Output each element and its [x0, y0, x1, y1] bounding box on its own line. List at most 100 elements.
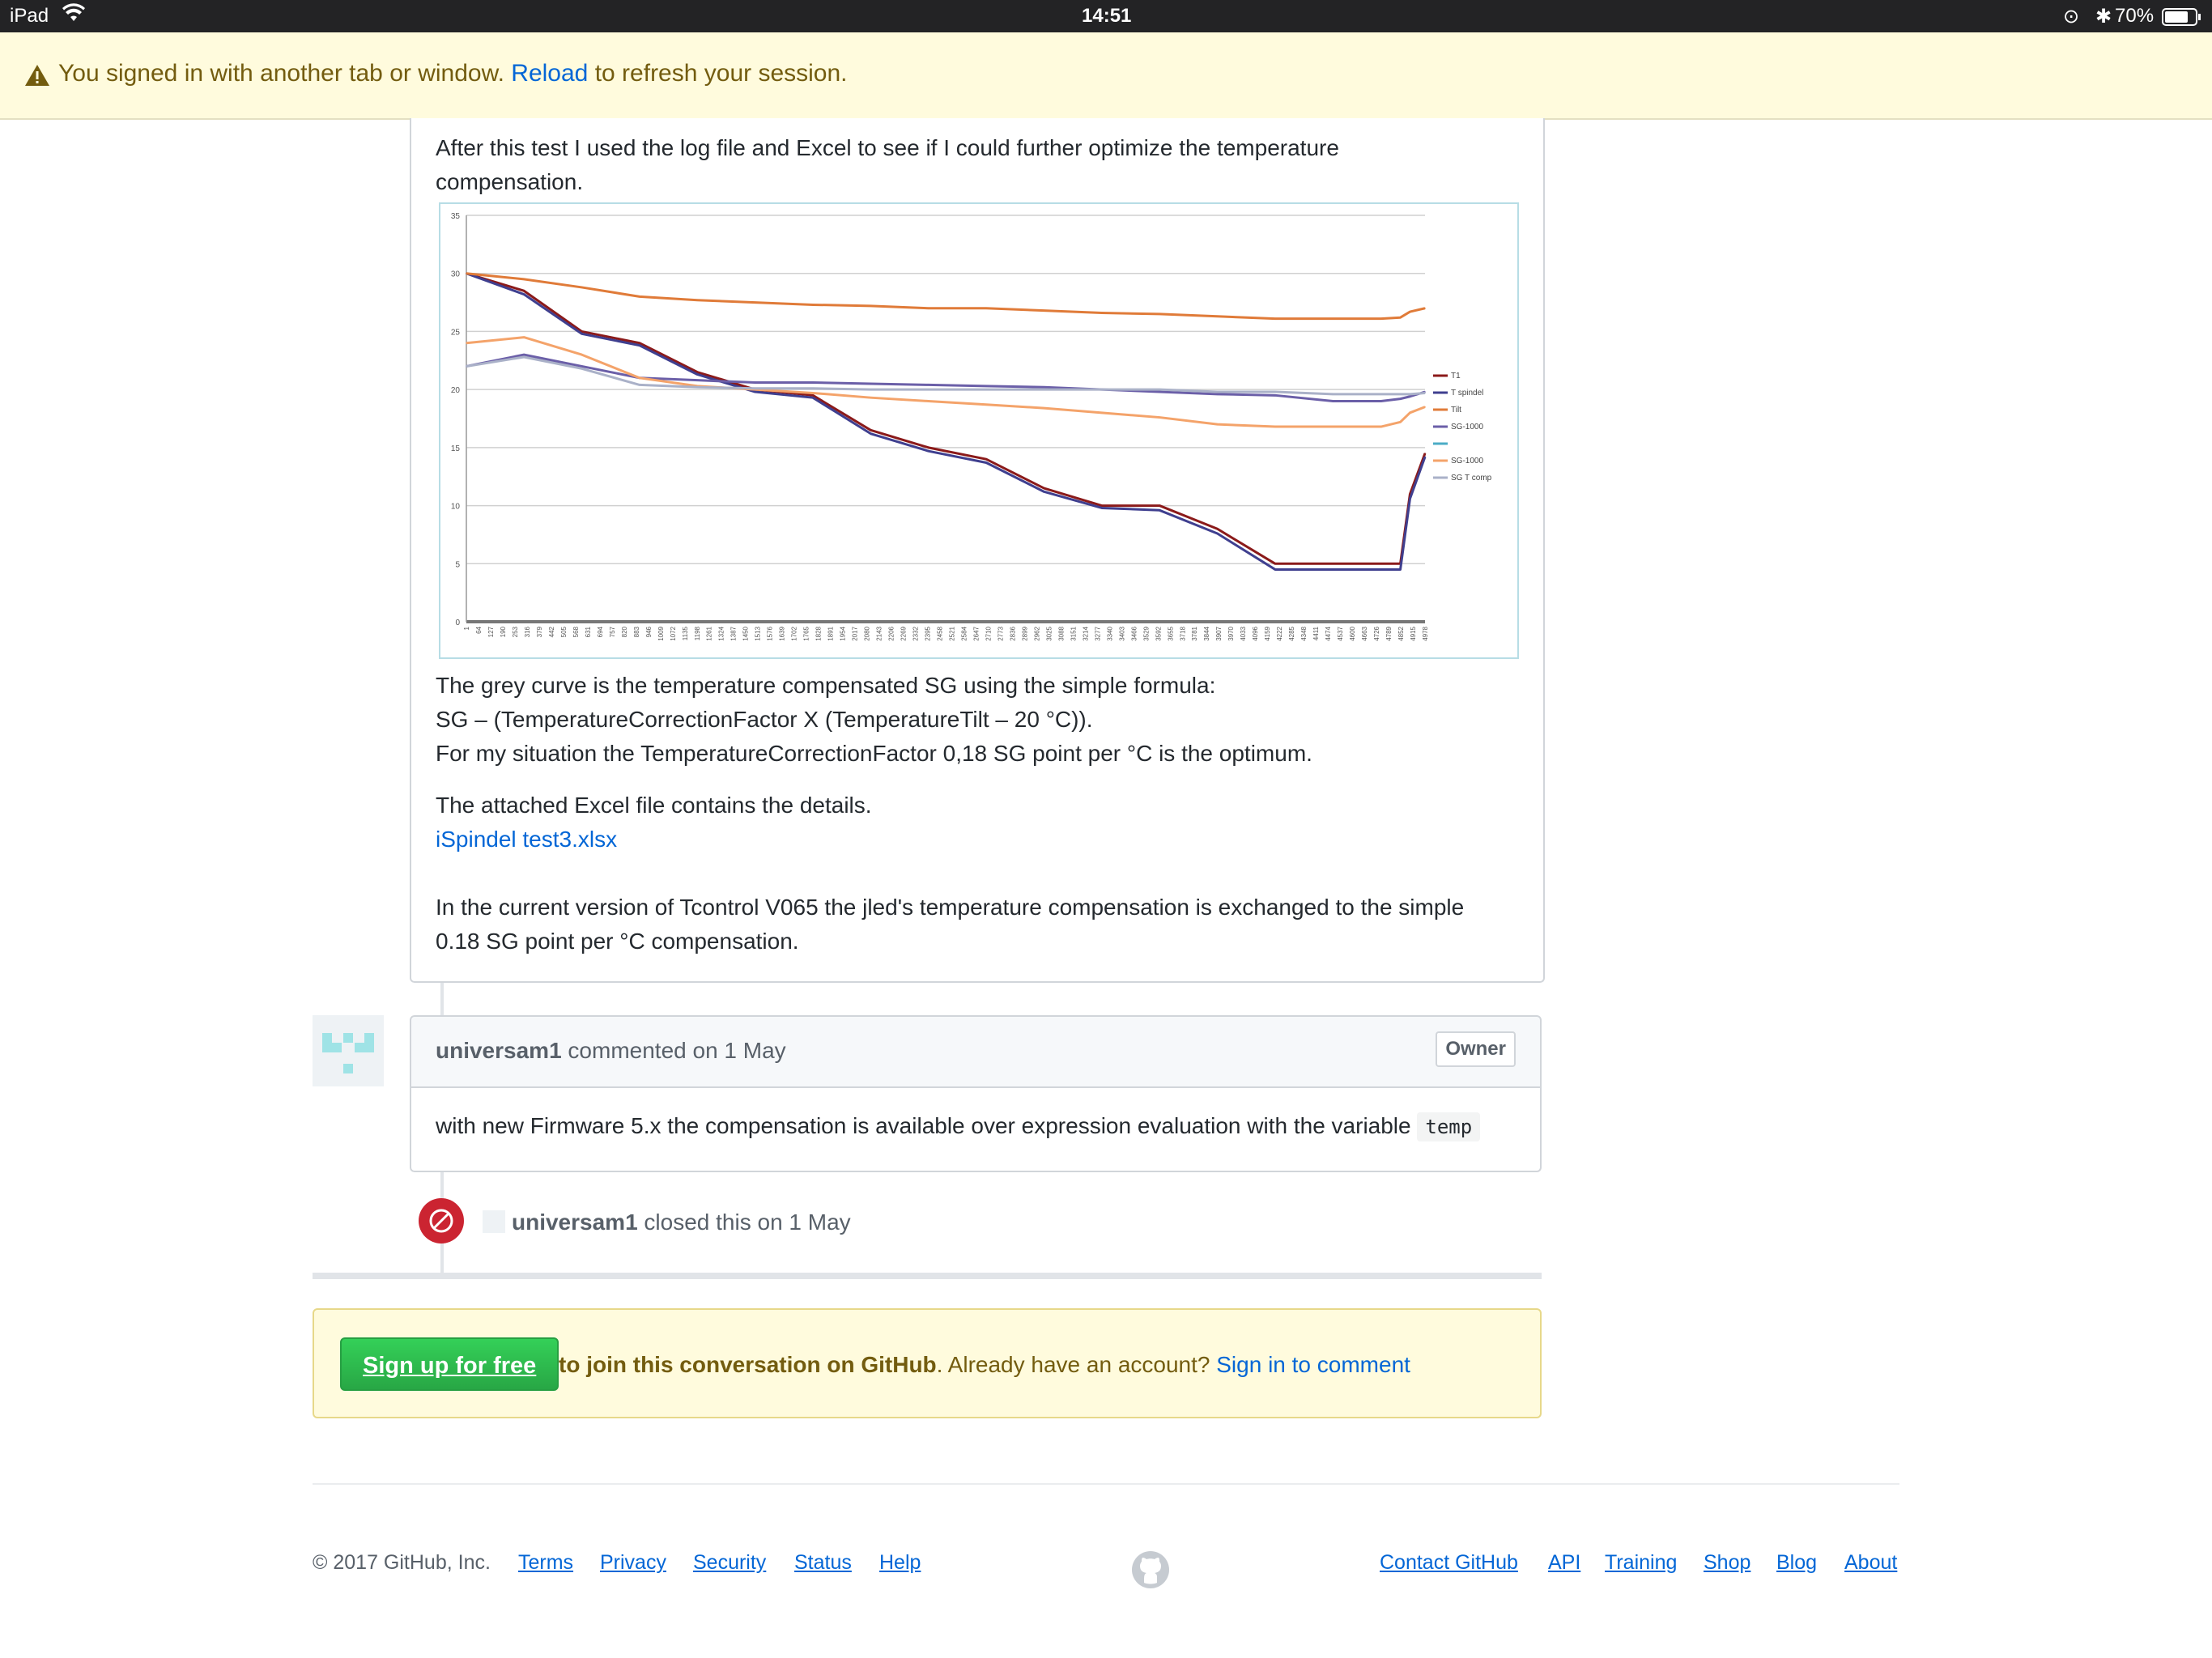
data-point — [523, 278, 525, 280]
data-point — [812, 397, 814, 398]
series-line — [466, 353, 1426, 402]
data-point — [1332, 317, 1334, 320]
data-point — [523, 336, 525, 338]
x-tick-label: 2395 — [925, 626, 932, 640]
data-point — [1409, 395, 1411, 397]
reload-link[interactable]: Reload — [511, 60, 588, 87]
data-point — [754, 387, 756, 389]
footer-link-api[interactable]: API — [1548, 1551, 1580, 1575]
x-tick-label: 946 — [645, 626, 653, 637]
x-tick-label: 3718 — [1179, 626, 1186, 640]
legend-label: T spindel — [1451, 389, 1483, 397]
x-tick-label: 4474 — [1325, 626, 1332, 640]
github-mark-icon[interactable] — [1130, 1550, 1171, 1594]
x-tick-label: 2962 — [1033, 626, 1040, 640]
data-point — [1399, 393, 1402, 395]
data-point — [466, 342, 467, 344]
y-tick-label: 5 — [455, 560, 460, 569]
legend-label: SG T comp — [1451, 474, 1492, 483]
comment-formula-paragraph: The grey curve is the temperature compen… — [436, 673, 1312, 766]
data-point — [1332, 563, 1334, 565]
footer-link-security[interactable]: Security — [693, 1551, 766, 1575]
battery-percent: 70% — [2115, 5, 2155, 27]
data-point — [1380, 563, 1382, 565]
avatar[interactable] — [313, 1015, 384, 1086]
footer-link-help[interactable]: Help — [879, 1551, 921, 1575]
data-point — [754, 391, 756, 393]
closed-icon — [419, 1198, 464, 1244]
avatar-small[interactable] — [483, 1210, 505, 1233]
footer-link-training[interactable]: Training — [1605, 1551, 1677, 1575]
x-tick-label: 1 — [463, 626, 470, 630]
data-point — [466, 365, 467, 368]
y-tick-label: 30 — [451, 270, 461, 279]
data-point — [696, 379, 699, 381]
footer-divider — [313, 1483, 1899, 1485]
x-tick-label: 2584 — [960, 626, 968, 640]
x-tick-label: 3970 — [1227, 626, 1235, 640]
footer-link-shop[interactable]: Shop — [1704, 1551, 1750, 1575]
data-point — [1409, 311, 1411, 312]
x-tick-label: 694 — [597, 626, 604, 637]
data-point — [1399, 421, 1402, 423]
data-point — [927, 447, 929, 449]
attachment-link[interactable]: iSpindel test3.xlsx — [436, 827, 617, 852]
x-tick-label: 757 — [609, 626, 616, 637]
data-point — [1332, 426, 1334, 427]
data-point — [870, 429, 872, 432]
footer-link-privacy[interactable]: Privacy — [600, 1551, 666, 1575]
x-tick-label: 4852 — [1397, 626, 1405, 640]
footer-link-about[interactable]: About — [1844, 1551, 1897, 1575]
data-point — [1274, 391, 1276, 393]
event-author[interactable]: universam1 — [512, 1209, 638, 1235]
battery-icon — [2162, 8, 2202, 32]
x-tick-label: 568 — [572, 626, 580, 637]
comment-version-paragraph: In the current version of Tcontrol V065 … — [436, 895, 1465, 954]
series-line — [466, 355, 1426, 396]
data-point — [696, 371, 699, 373]
data-point — [1043, 386, 1045, 389]
footer-link-status[interactable]: Status — [794, 1551, 852, 1575]
data-point — [639, 377, 640, 379]
x-tick-label: 2458 — [937, 626, 944, 640]
data-point — [1399, 568, 1402, 571]
data-point — [1216, 533, 1219, 534]
data-point — [1274, 568, 1276, 571]
series-line — [466, 336, 1426, 428]
x-tick-label: 127 — [487, 626, 495, 637]
x-tick-label: 2647 — [972, 626, 980, 640]
timeline-end-separator — [313, 1273, 1542, 1279]
data-point — [1159, 504, 1160, 507]
data-point — [812, 392, 814, 394]
x-tick-label: 1261 — [706, 626, 713, 640]
x-tick-label: 4033 — [1240, 626, 1247, 640]
comment-author[interactable]: universam1 — [436, 1038, 562, 1063]
data-point — [1380, 393, 1382, 395]
x-tick-label: 1387 — [730, 626, 738, 640]
footer-link-terms[interactable]: Terms — [518, 1551, 573, 1575]
data-point — [1159, 389, 1160, 390]
data-point — [1399, 317, 1402, 319]
data-point — [1424, 392, 1426, 394]
data-point — [1159, 313, 1160, 315]
data-point — [1424, 453, 1426, 454]
data-point — [1274, 426, 1276, 427]
data-point — [1159, 416, 1160, 419]
footer-link-contact[interactable]: Contact GitHub — [1380, 1551, 1518, 1575]
inline-code: temp — [1417, 1112, 1481, 1141]
y-tick-label: 15 — [451, 444, 461, 453]
data-point — [1216, 528, 1219, 530]
data-point — [1332, 400, 1334, 402]
x-tick-label: 3088 — [1057, 626, 1065, 640]
x-tick-label: 1702 — [791, 626, 798, 640]
x-tick-label: 190 — [500, 626, 507, 637]
signup-button[interactable]: Sign up for free — [340, 1337, 559, 1391]
x-tick-label: 253 — [512, 626, 519, 637]
x-tick-label: 3529 — [1142, 626, 1150, 640]
data-point — [1424, 307, 1426, 309]
footer-link-blog[interactable]: Blog — [1776, 1551, 1817, 1575]
data-point — [1424, 456, 1426, 458]
x-tick-label: 3592 — [1155, 626, 1162, 640]
data-point — [1159, 391, 1160, 393]
signin-link[interactable]: Sign in to comment — [1216, 1352, 1410, 1377]
